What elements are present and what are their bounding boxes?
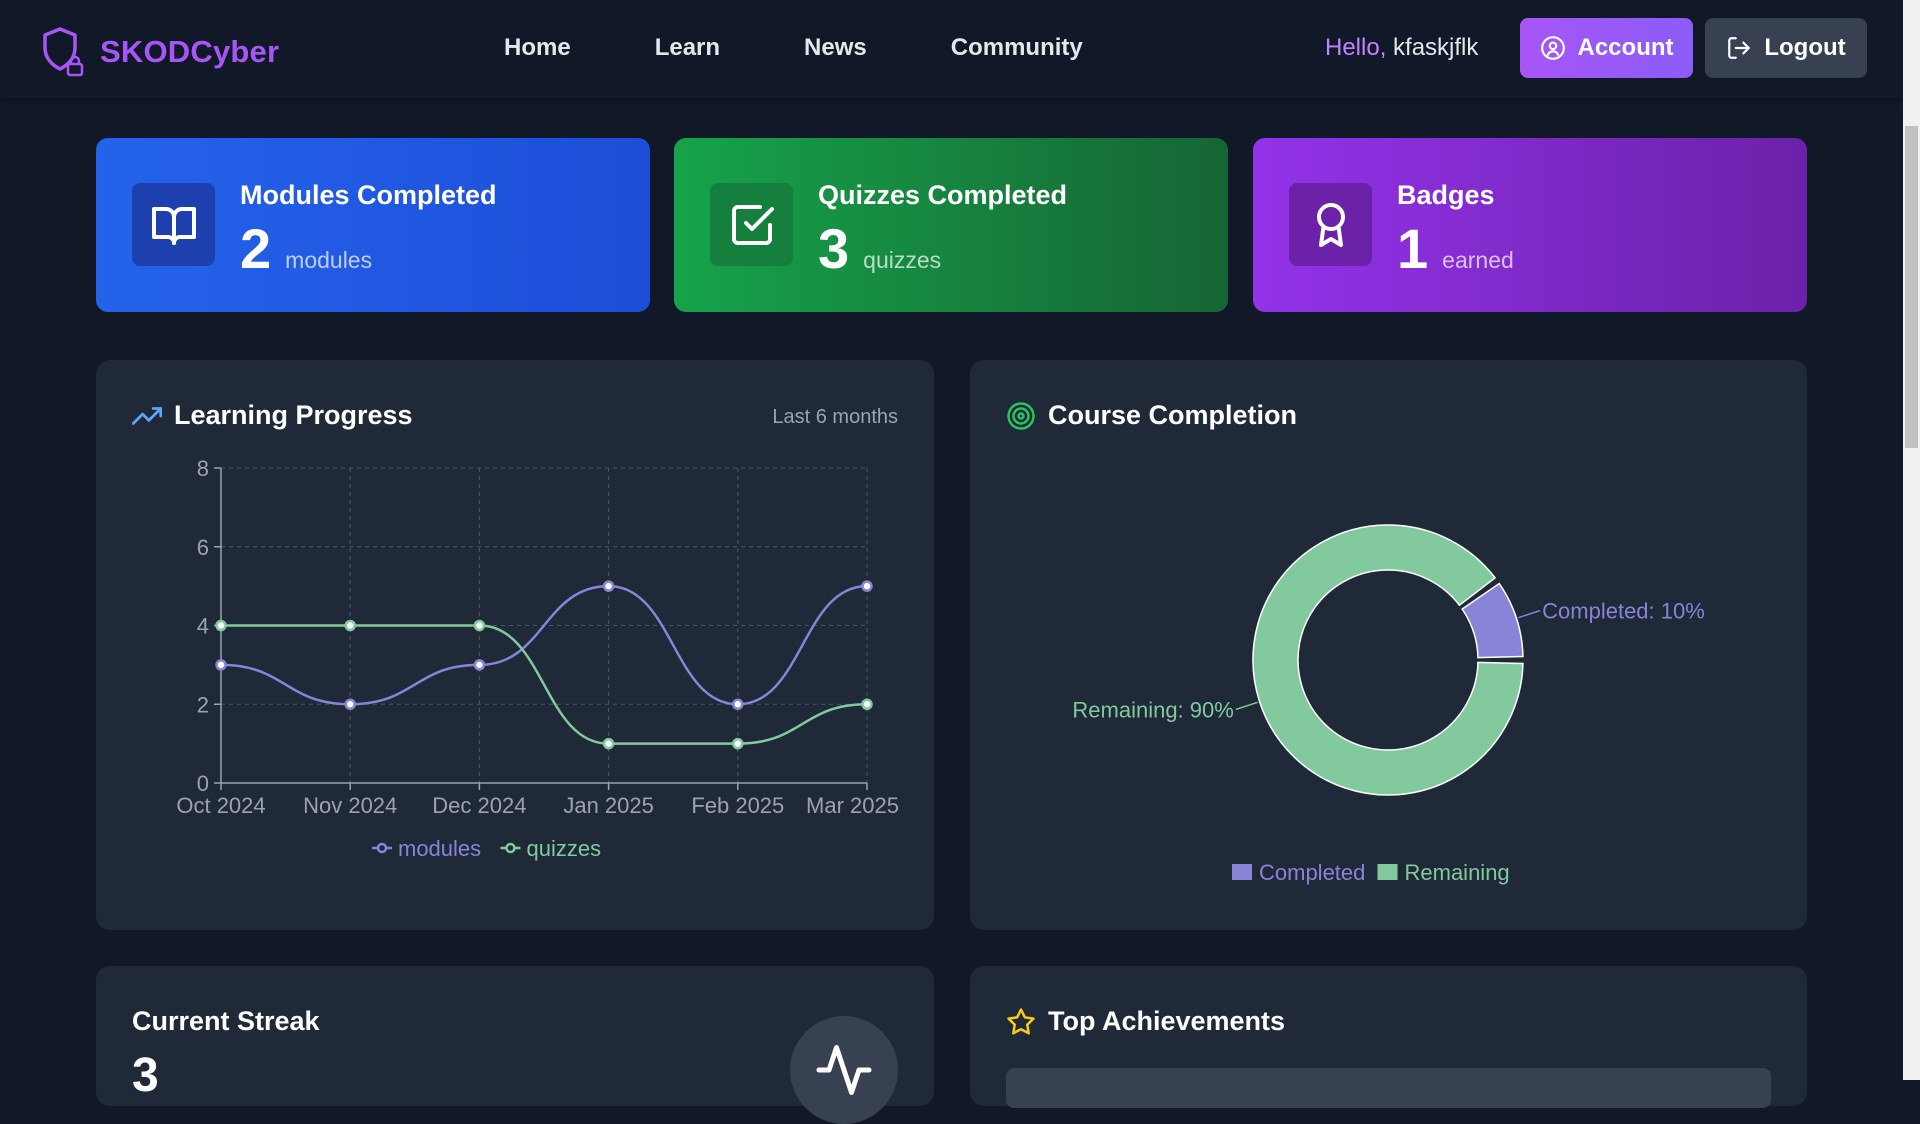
data-point-quizzes (344, 619, 356, 632)
y-tick-label: 4 (197, 614, 209, 639)
achievement-item (1006, 1068, 1771, 1108)
legend-label-quizzes: quizzes (527, 836, 602, 861)
stat-unit: modules (285, 247, 373, 273)
stat-icon-box (1289, 183, 1372, 266)
slice-label-completed: Completed: 10% (1542, 599, 1705, 624)
donut-slice-remaining (1252, 524, 1524, 796)
legend-marker-modules (376, 842, 388, 854)
y-tick-label: 2 (197, 692, 209, 717)
book-icon (151, 206, 196, 245)
x-tick-label: Oct 2024 (176, 793, 265, 818)
panel-title: Current Streak (132, 1006, 320, 1036)
logout-label: Logout (1764, 34, 1846, 61)
learning-progress-line-chart: 02468Oct 2024 Nov 2024 Dec 2024 Jan 2025 Feb… (176, 456, 899, 861)
course-completion-donut-chart: Completed: 10% Remaining: 90% Completed Rem… (1072, 524, 1705, 885)
stat-unit: earned (1442, 247, 1514, 273)
x-tick-label: Jan 2025 (563, 793, 654, 818)
user-greeting: Hello, kfaskjflk (1325, 34, 1478, 62)
nav-news-link[interactable]: News (804, 34, 867, 62)
main-nav: Home Learn News Community (504, 34, 1167, 62)
data-point-quizzes (602, 737, 615, 750)
data-point-quizzes (215, 619, 227, 632)
legend-marker-quizzes (505, 842, 516, 854)
y-tick-label: 6 (197, 535, 209, 560)
stat-number: 2 (240, 217, 272, 280)
top-navbar: SKODCyber Home Learn News Community Hell… (0, 0, 1903, 98)
top-achievements-panel: Top Achievements (970, 966, 1807, 1108)
nav-community-link[interactable]: Community (951, 34, 1083, 62)
data-point-quizzes (732, 737, 744, 750)
stat-title: Badges (1397, 180, 1495, 210)
page-scrollbar[interactable] (1903, 0, 1920, 1080)
data-point-modules (344, 698, 356, 710)
data-point-quizzes (861, 698, 873, 710)
stat-card-modules: Modules Completed 2 modules (96, 138, 650, 312)
data-point-modules (215, 659, 227, 671)
data-point-modules (473, 659, 486, 671)
stat-value-row: 2 modules (240, 216, 372, 281)
account-button[interactable]: Account (1520, 18, 1693, 78)
streak-value: 3 (132, 1049, 159, 1102)
panel-header: Current Streak (132, 1006, 320, 1037)
scrollbar-thumb[interactable] (1905, 126, 1918, 448)
legend-label-remaining: Remaining (1405, 860, 1510, 885)
panel-title: Top Achievements (1048, 1006, 1286, 1036)
data-point-quizzes (473, 619, 486, 632)
stat-icon-box (132, 183, 215, 266)
nav-home-link[interactable]: Home (504, 34, 571, 62)
x-tick-label: Dec 2024 (432, 793, 526, 818)
stat-card-quizzes: Quizzes Completed 3 quizzes (674, 138, 1228, 312)
slice-leader-line (1518, 609, 1541, 619)
x-tick-label: Nov 2024 (303, 793, 397, 818)
checkbox-icon (731, 204, 774, 245)
x-tick-label: Feb 2025 (691, 793, 784, 818)
course-completion-panel: Course Completion Completed: 10% Remainin… (970, 360, 1807, 930)
current-streak-panel: Current Streak 3 (96, 966, 934, 1124)
logout-button[interactable]: Logout (1705, 18, 1867, 78)
legend-swatch-remaining (1377, 864, 1398, 880)
activity-icon (816, 1045, 872, 1095)
data-point-modules (732, 698, 744, 710)
nav-learn-link[interactable]: Learn (655, 34, 720, 62)
stat-value-row: 3 quizzes (818, 216, 941, 281)
activity-icon-circle (790, 1016, 898, 1124)
shield-lock-icon (43, 27, 84, 77)
star-icon (1007, 1007, 1035, 1035)
x-tick-label: Mar 2025 (806, 793, 899, 818)
learning-progress-panel: Learning Progress Last 6 months 0 2 4 6 8 Oct… (96, 360, 934, 930)
stat-title: Quizzes Completed (818, 180, 1068, 210)
panel-header: Top Achievements (1006, 1006, 1285, 1037)
data-point-modules (602, 580, 615, 592)
stat-number: 1 (1397, 217, 1429, 280)
stat-value-row: 1 earned (1397, 216, 1514, 281)
legend-label-modules: modules (398, 836, 481, 861)
stat-icon-box (710, 183, 793, 266)
username: kfaskjflk (1393, 34, 1479, 61)
greeting-hello: Hello, (1325, 34, 1387, 61)
data-point-modules (861, 580, 873, 592)
slice-leader-line (1235, 701, 1258, 711)
legend-swatch-completed (1232, 864, 1252, 880)
user-circle-icon (1540, 36, 1565, 60)
account-label: Account (1577, 34, 1674, 61)
series-line-quizzes (221, 624, 868, 745)
brand-logo-link[interactable]: SKODCyber (40, 26, 279, 78)
y-tick-label: 8 (197, 456, 209, 481)
stat-number: 3 (818, 217, 850, 280)
legend-label-completed: Completed (1259, 860, 1365, 885)
slice-label-remaining: Remaining: 90% (1072, 697, 1233, 722)
stat-card-badges: Badges 1 earned (1253, 138, 1807, 312)
brand-name: SKODCyber (100, 34, 280, 69)
stat-title: Modules Completed (240, 180, 497, 210)
logout-icon (1728, 37, 1751, 59)
stat-unit: quizzes (863, 247, 942, 273)
award-icon (1316, 202, 1345, 247)
